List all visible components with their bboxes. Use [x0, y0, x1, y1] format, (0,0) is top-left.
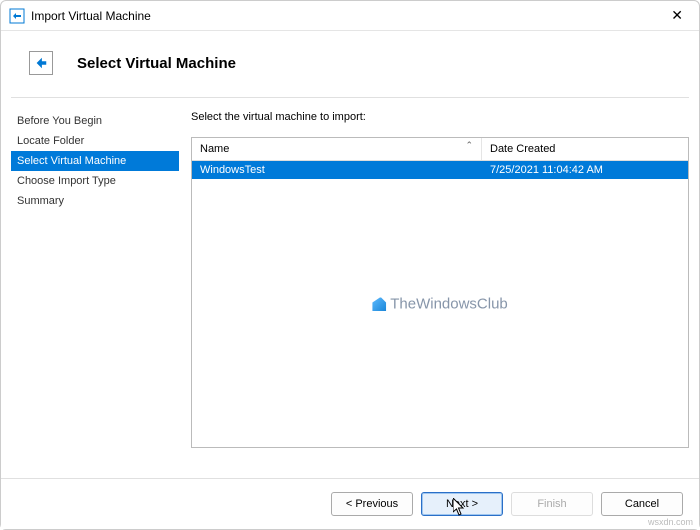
grid-body: WindowsTest 7/25/2021 11:04:42 AM TheWin…: [192, 161, 688, 447]
next-button[interactable]: Next >: [421, 492, 503, 516]
column-header-name-label: Name: [200, 143, 229, 155]
step-before-you-begin[interactable]: Before You Begin: [11, 111, 179, 131]
vm-grid: Name ⌃ Date Created WindowsTest 7/25/202…: [191, 137, 689, 448]
wizard-steps: Before You Begin Locate Folder Select Vi…: [11, 108, 179, 448]
watermark: TheWindowsClub: [372, 296, 508, 313]
column-header-name[interactable]: Name ⌃: [192, 138, 482, 160]
sort-indicator-icon: ⌃: [465, 140, 473, 151]
cancel-button[interactable]: Cancel: [601, 492, 683, 516]
step-summary[interactable]: Summary: [11, 191, 179, 211]
table-row[interactable]: WindowsTest 7/25/2021 11:04:42 AM: [192, 161, 688, 179]
column-header-date[interactable]: Date Created: [482, 138, 688, 160]
window-title: Import Virtual Machine: [31, 9, 663, 23]
step-choose-import-type[interactable]: Choose Import Type: [11, 171, 179, 191]
cell-vm-name: WindowsTest: [192, 161, 482, 179]
app-icon: [9, 8, 25, 24]
content-area: Before You Begin Locate Folder Select Vi…: [1, 98, 699, 458]
step-select-virtual-machine[interactable]: Select Virtual Machine: [11, 151, 179, 171]
finish-button: Finish: [511, 492, 593, 516]
column-header-date-label: Date Created: [490, 143, 555, 155]
step-locate-folder[interactable]: Locate Folder: [11, 131, 179, 151]
import-icon: [29, 51, 53, 75]
main-panel: Select the virtual machine to import: Na…: [179, 108, 689, 448]
cell-vm-date: 7/25/2021 11:04:42 AM: [482, 161, 688, 179]
instruction-text: Select the virtual machine to import:: [191, 111, 689, 123]
watermark-text: TheWindowsClub: [390, 296, 508, 313]
page-title: Select Virtual Machine: [77, 55, 236, 72]
grid-header: Name ⌃ Date Created: [192, 138, 688, 161]
wizard-header: Select Virtual Machine: [1, 31, 699, 97]
titlebar: Import Virtual Machine ✕: [1, 1, 699, 31]
wizard-footer: < Previous Next > Finish Cancel: [1, 478, 699, 529]
close-icon[interactable]: ✕: [663, 5, 691, 26]
watermark-icon: [372, 297, 386, 311]
source-label: wsxdn.com: [648, 517, 693, 527]
previous-button[interactable]: < Previous: [331, 492, 413, 516]
